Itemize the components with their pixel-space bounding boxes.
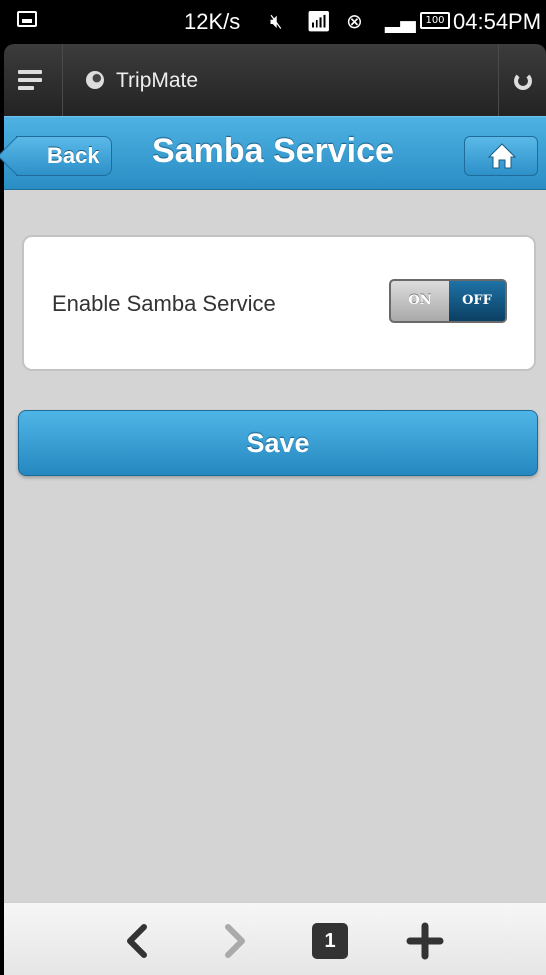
battery-icon: 100	[420, 12, 450, 29]
back-button[interactable]: Back	[16, 136, 112, 176]
network-speed: 12K/s	[184, 9, 241, 34]
main-content: Enable Samba Service ON OFF Save	[4, 190, 546, 902]
divider	[62, 44, 63, 116]
back-button-label: Back	[47, 143, 100, 168]
page-title: Samba Service	[152, 132, 394, 170]
add-tab-icon[interactable]	[406, 922, 444, 960]
forward-arrow-icon[interactable]	[222, 923, 248, 959]
page-header: Back Samba Service	[4, 116, 546, 190]
toggle-on-option[interactable]: ON	[391, 281, 449, 321]
tabs-button[interactable]: 1	[312, 923, 348, 959]
app-logo-icon	[86, 71, 104, 89]
menu-icon[interactable]	[18, 70, 42, 90]
wifi-icon: 📶︎	[306, 9, 332, 33]
clock: 04:54PM	[453, 9, 542, 34]
signal-icon: ▂▄	[385, 9, 416, 33]
toggle-off-option[interactable]: OFF	[449, 281, 505, 321]
gallery-notification-icon	[17, 11, 37, 27]
browser-bottom-bar: 1	[4, 902, 546, 975]
app-title: TripMate	[116, 69, 199, 92]
mute-icon: 🔇︎	[270, 9, 283, 33]
home-button[interactable]	[464, 136, 538, 176]
save-button[interactable]: Save	[18, 410, 538, 476]
home-icon	[487, 143, 517, 169]
samba-enable-label: Enable Samba Service	[52, 291, 276, 316]
divider	[498, 44, 499, 116]
samba-toggle[interactable]: ON OFF	[389, 279, 507, 323]
status-bar: 12K/s 🔇︎ 📶︎ ⊗ ▂▄ 100 04:54PM	[0, 0, 546, 44]
samba-settings-card: Enable Samba Service ON OFF	[22, 235, 536, 371]
back-arrow-icon[interactable]	[124, 923, 150, 959]
app-bar: TripMate	[4, 44, 546, 116]
refresh-icon[interactable]	[514, 72, 532, 90]
data-blocked-icon: ⊗	[346, 9, 363, 33]
